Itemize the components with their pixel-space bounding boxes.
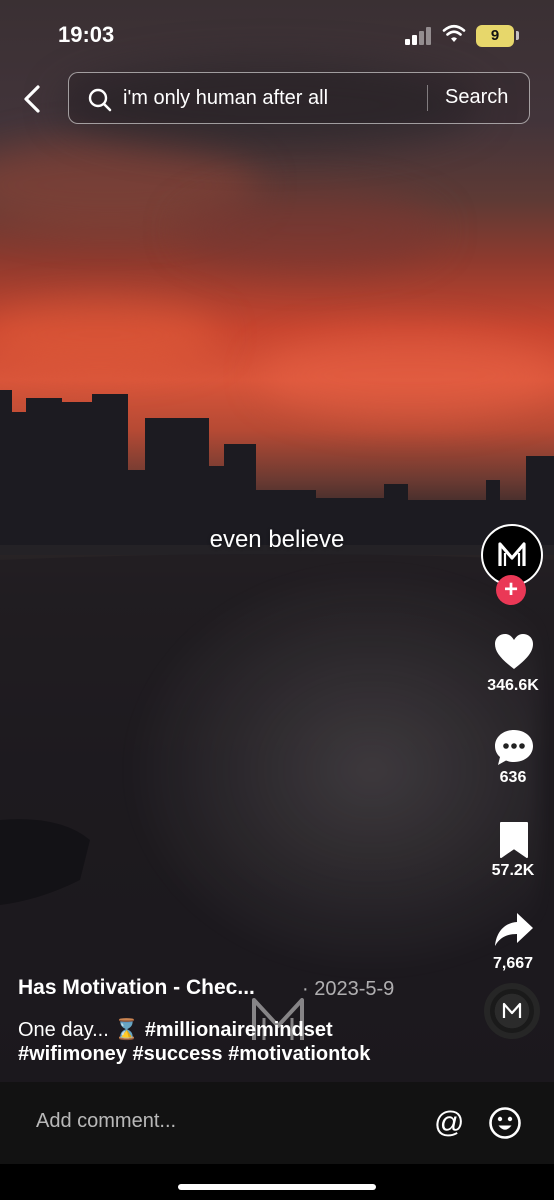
cellular-signal-icon bbox=[405, 27, 433, 45]
wifi-icon bbox=[442, 24, 466, 42]
post-description-line1: One day... ⌛ #millionairemindset bbox=[18, 1017, 333, 1042]
search-input[interactable]: i'm only human after all bbox=[123, 87, 328, 110]
search-bar[interactable]: i'm only human after all Search bbox=[68, 72, 530, 124]
status-time: 19:03 bbox=[58, 22, 115, 47]
save-count: 57.2K bbox=[491, 862, 535, 879]
comment-bar: Add comment... @ bbox=[0, 1082, 554, 1164]
heart-icon[interactable] bbox=[493, 632, 535, 672]
search-icon bbox=[88, 88, 112, 112]
back-chevron-icon[interactable] bbox=[18, 82, 48, 116]
post-date: · 2023-5-9 bbox=[302, 978, 395, 1000]
search-divider bbox=[427, 85, 428, 111]
description-text: One day... ⌛ bbox=[18, 1019, 140, 1041]
bookmark-icon[interactable] bbox=[497, 820, 531, 860]
at-icon[interactable]: @ bbox=[434, 1106, 464, 1140]
status-bar: 19:03 9 bbox=[0, 0, 554, 72]
search-button[interactable]: Search bbox=[445, 86, 508, 109]
follow-button[interactable]: + bbox=[496, 575, 526, 605]
like-count: 346.6K bbox=[487, 677, 539, 694]
author-name[interactable]: Has Motivation - Chec... bbox=[18, 976, 255, 1000]
share-icon[interactable] bbox=[493, 910, 535, 950]
music-disc[interactable] bbox=[484, 983, 540, 1039]
emoji-icon[interactable] bbox=[488, 1106, 522, 1140]
home-indicator[interactable] bbox=[178, 1184, 376, 1190]
post-hashtags[interactable]: #wifimoney #success #motivationtok bbox=[18, 1043, 370, 1066]
battery-icon: 9 bbox=[476, 25, 514, 47]
add-comment-input[interactable]: Add comment... bbox=[36, 1110, 176, 1133]
hashtag-millionairemindset[interactable]: #millionairemindset bbox=[145, 1019, 333, 1041]
music-logo-icon bbox=[502, 1002, 522, 1018]
comment-icon[interactable] bbox=[493, 727, 535, 769]
share-count: 7,667 bbox=[492, 955, 534, 972]
video-caption: even believe bbox=[209, 526, 345, 553]
comment-count: 636 bbox=[499, 769, 527, 786]
